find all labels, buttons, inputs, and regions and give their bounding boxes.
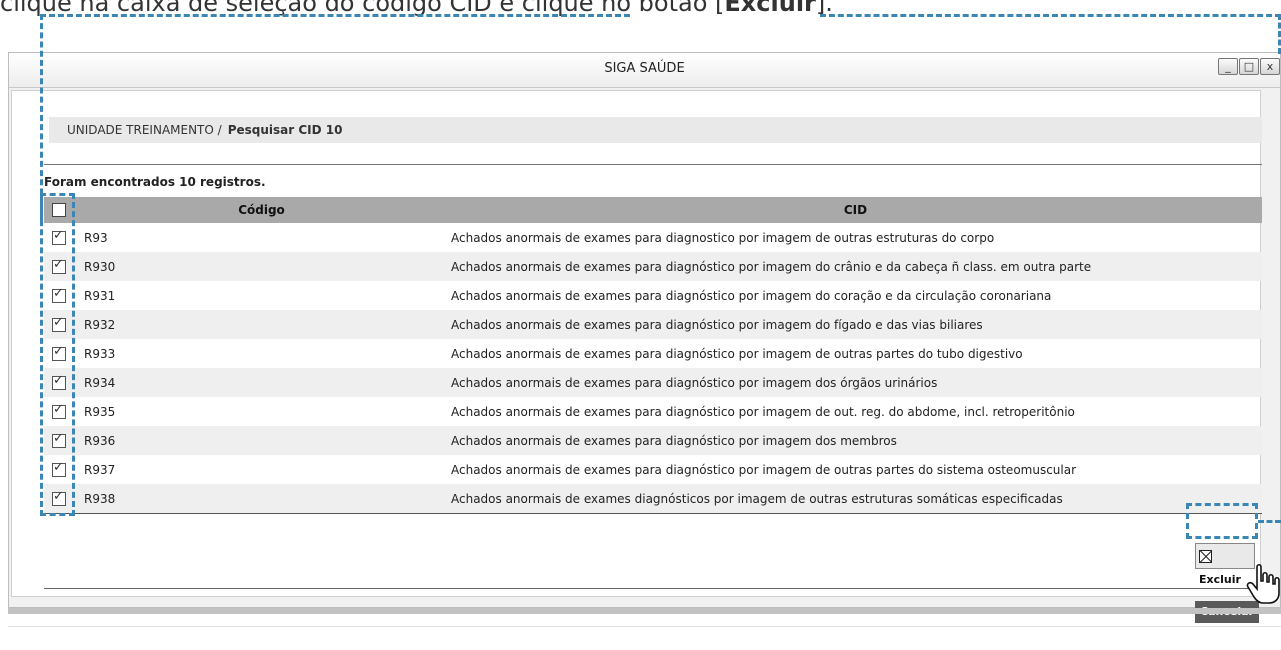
checkbox-column-highlight	[40, 193, 75, 516]
row-cid: Achados anormais de exames para diagnóst…	[451, 346, 1023, 361]
table-row: ✓ R930 Achados anormais de exames para dia…	[44, 252, 1262, 281]
x-box-icon	[1199, 549, 1212, 563]
breadcrumb: UNIDADE TREINAMENTO / Pesquisar CID 10	[49, 117, 1262, 143]
row-cid: Achados anormais de exames para diagnóst…	[449, 310, 1262, 339]
maximize-icon: □	[1243, 60, 1255, 73]
window-controls: _ □ x	[1217, 58, 1280, 75]
cid-table: Código CID ✓ R93 Achados anormais de exame…	[44, 197, 1262, 514]
table-row: ✓ R937 Achados anormais de exames para dia…	[44, 455, 1262, 484]
row-code: R933	[84, 346, 116, 361]
divider	[44, 164, 1262, 165]
maximize-button[interactable]: □	[1239, 58, 1259, 75]
row-cid: Achados anormais de exames para diagnóst…	[449, 368, 1262, 397]
close-icon: x	[1266, 60, 1274, 73]
minimize-icon: _	[1225, 60, 1231, 73]
table-row: ✓ R933 Achados anormais de exames para dia…	[44, 339, 1262, 368]
table-row: ✓ R935 Achados anormais de exames para dia…	[44, 397, 1262, 426]
column-header-cid[interactable]: CID	[449, 197, 1262, 223]
close-button[interactable]: x	[1260, 58, 1280, 75]
row-code: R932	[74, 310, 449, 339]
table-header-row: Código CID	[44, 197, 1262, 223]
highlight-connector	[40, 14, 43, 222]
highlight-connector	[1258, 520, 1281, 523]
content-panel: UNIDADE TREINAMENTO / Pesquisar CID 10 Fo…	[11, 90, 1280, 623]
table-row: ✓ R931 Achados anormais de exames para dia…	[44, 281, 1262, 310]
highlight-connector	[40, 14, 630, 17]
app-window: SIGA SAÚDE _ □ x UNIDADE TREINAMENTO / Pe…	[8, 52, 1281, 623]
hand-pointer-icon	[1246, 563, 1280, 604]
table-row: ✓ R936 Achados anormais de exames para dia…	[44, 426, 1262, 455]
row-cid: Achados anormais de exames para diagnóst…	[451, 404, 1075, 419]
table-row: ✓ R938 Achados anormais de exames diagnóst…	[44, 484, 1262, 514]
bottom-strip	[8, 608, 1281, 614]
row-cid: Achados anormais de exames para diagnóst…	[451, 462, 1077, 477]
title-bar: SIGA SAÚDE _ □ x	[9, 53, 1280, 88]
column-header-code[interactable]: Código	[74, 197, 449, 223]
row-code: R930	[74, 252, 449, 281]
bottom-divider	[8, 626, 1281, 627]
table-row: ✓ R934 Achados anormais de exames para dia…	[44, 368, 1262, 397]
row-cid: Achados anormais de exames para diagnóst…	[451, 288, 1052, 303]
highlight-connector	[820, 14, 1281, 17]
row-code: R93	[84, 230, 108, 245]
row-cid: Achados anormais de exames diagnósticos …	[449, 484, 1262, 514]
instruction-text: clique na caixa de seleção do código CID…	[0, 0, 1281, 20]
breadcrumb-current: Pesquisar CID 10	[227, 123, 343, 137]
row-code: R938	[74, 484, 449, 514]
row-code: R935	[84, 404, 116, 419]
breadcrumb-root: UNIDADE TREINAMENTO /	[67, 123, 222, 137]
divider	[44, 588, 1262, 589]
row-code: R936	[74, 426, 449, 455]
row-code: R931	[84, 288, 116, 303]
row-cid: Achados anormais de exames para diagnóst…	[449, 252, 1262, 281]
row-code: R937	[84, 462, 116, 477]
results-count: Foram encontrados 10 registros.	[44, 175, 266, 189]
instruction-bold: Excluir	[724, 0, 816, 17]
window-title: SIGA SAÚDE	[604, 61, 685, 76]
table-row: ✓ R932 Achados anormais de exames para dia…	[44, 310, 1262, 339]
delete-button-label: Excluir	[1199, 573, 1241, 586]
table-row: ✓ R93 Achados anormais de exames para diag…	[44, 223, 1262, 252]
minimize-button[interactable]: _	[1218, 58, 1238, 75]
row-code: R934	[74, 368, 449, 397]
row-cid: Achados anormais de exames para diagnost…	[451, 230, 995, 245]
row-cid: Achados anormais de exames para diagnóst…	[449, 426, 1262, 455]
delete-button-highlight	[1186, 503, 1258, 539]
